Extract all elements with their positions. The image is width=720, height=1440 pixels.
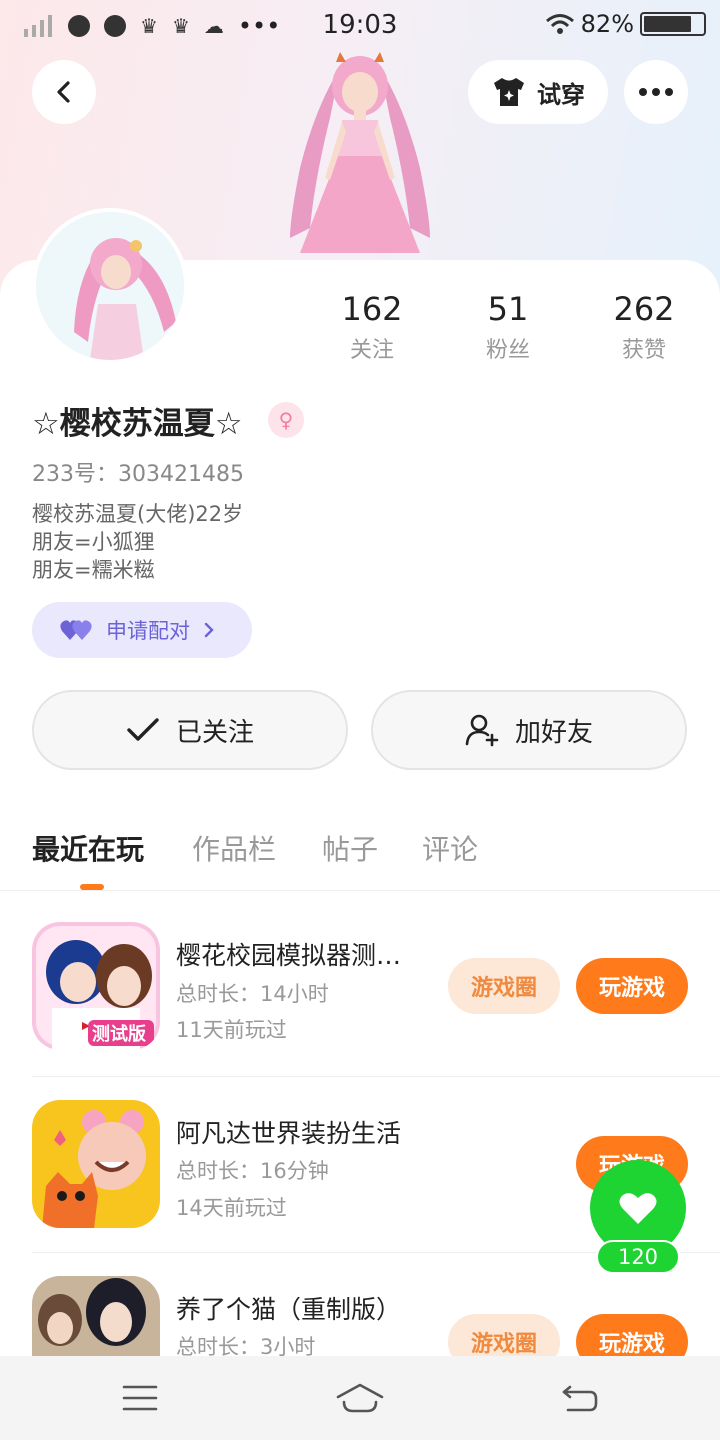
status-bar-right: 82%	[545, 10, 706, 38]
system-navigation-bar	[0, 1356, 720, 1440]
following-label: 关注	[349, 338, 394, 363]
try-on-button[interactable]: 试穿	[468, 60, 608, 124]
tab-comments[interactable]: 评论	[422, 828, 478, 868]
home-nav-button[interactable]	[334, 1378, 386, 1418]
avatar-character-illustration	[290, 52, 430, 253]
likes-label: 获赞	[621, 338, 666, 363]
shirt-sparkle-icon	[494, 78, 524, 106]
more-horizontal-icon	[639, 88, 673, 96]
followers-label: 粉丝	[485, 338, 530, 363]
game-last-played: 11天前玩过	[176, 1018, 287, 1042]
back-button[interactable]	[32, 60, 96, 124]
stat-likes[interactable]: 262 获赞	[574, 290, 714, 364]
add-friend-button[interactable]: 加好友	[371, 690, 687, 770]
bio-line: 朋友=小狐狸	[32, 530, 155, 554]
game-title[interactable]: 养了个猫（重制版）	[176, 1290, 456, 1326]
avatar-image	[36, 212, 184, 360]
game-icon[interactable]: 测试版	[32, 922, 160, 1050]
battery-level	[644, 16, 691, 32]
stat-followers[interactable]: 51 粉丝	[438, 290, 578, 364]
add-friend-label: 加好友	[514, 717, 593, 748]
game-duration: 总时长：16分钟	[176, 1159, 329, 1183]
game-icon[interactable]	[32, 1100, 160, 1228]
heart-icon	[619, 1193, 657, 1224]
game-icon[interactable]	[32, 1276, 160, 1356]
menu-nav-button[interactable]	[118, 1378, 162, 1418]
game-title[interactable]: 樱花校园模拟器测…	[176, 936, 436, 972]
followed-button[interactable]: 已关注	[32, 690, 348, 770]
wifi-icon	[545, 14, 574, 34]
following-count: 162	[341, 290, 403, 328]
tab-recent-play[interactable]: 最近在玩	[32, 828, 144, 868]
tab-works[interactable]: 作品栏	[192, 828, 276, 868]
battery-icon	[640, 12, 706, 36]
bio-line: 樱校苏温夏(大佬)22岁	[32, 502, 244, 526]
stat-following[interactable]: 162 关注	[302, 290, 442, 364]
return-icon	[562, 1385, 598, 1412]
chevron-right-icon	[204, 622, 214, 638]
bio-line: 朋友=糯米糍	[32, 558, 155, 582]
chevron-left-icon	[57, 81, 70, 103]
followed-label: 已关注	[175, 717, 254, 748]
game-last-played: 14天前玩过	[176, 1196, 287, 1220]
tab-posts[interactable]: 帖子	[322, 828, 378, 868]
add-user-icon	[465, 714, 499, 747]
game-icon-image	[32, 1100, 160, 1228]
check-icon	[127, 718, 159, 741]
apply-pair-label: 申请配对	[106, 619, 190, 643]
female-icon: ♀	[268, 402, 304, 438]
try-on-label: 试穿	[537, 80, 585, 109]
more-button[interactable]	[624, 60, 688, 124]
avatar[interactable]	[32, 208, 188, 364]
play-game-button[interactable]: 玩游戏	[576, 958, 688, 1014]
game-circle-button[interactable]: 游戏圈	[448, 958, 560, 1014]
back-nav-button[interactable]	[558, 1378, 602, 1418]
bio: 樱校苏温夏(大佬)22岁 朋友=小狐狸 朋友=糯米糍	[32, 500, 243, 584]
likes-count: 262	[613, 290, 675, 328]
status-bar: ♛ ♛ ☁ ••• 19:03 82%	[0, 0, 720, 52]
user-id: 233号：303421485	[32, 462, 244, 487]
test-version-badge: 测试版	[92, 1024, 146, 1045]
home-icon	[336, 1383, 384, 1413]
game-title[interactable]: 阿凡达世界装扮生活	[176, 1114, 456, 1150]
nickname: ☆樱校苏温夏☆	[32, 406, 243, 442]
menu-icon	[122, 1385, 158, 1411]
battery-percent: 82%	[580, 10, 634, 38]
double-heart-icon	[60, 620, 92, 640]
game-duration: 总时长：14小时	[176, 982, 329, 1006]
apply-pair-button[interactable]: 申请配对	[32, 602, 252, 658]
tab-divider	[0, 890, 720, 891]
row-divider	[32, 1076, 720, 1077]
like-count-badge: 120	[596, 1240, 680, 1274]
game-icon-image	[32, 1276, 160, 1356]
followers-count: 51	[487, 290, 529, 328]
